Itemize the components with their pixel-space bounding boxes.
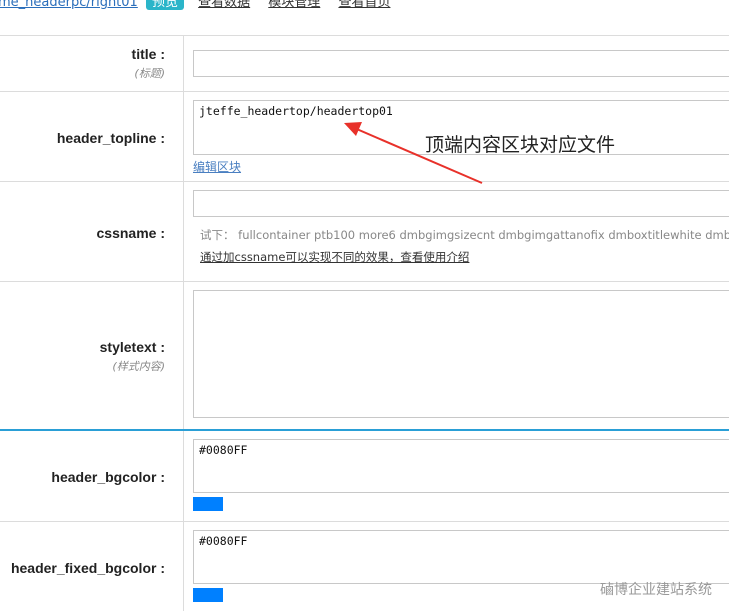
watermark: 磠博企业建站系统 xyxy=(600,582,712,598)
annotation-text: 顶端内容区块对应文件 xyxy=(425,134,616,156)
annotation-arrow xyxy=(344,122,483,184)
